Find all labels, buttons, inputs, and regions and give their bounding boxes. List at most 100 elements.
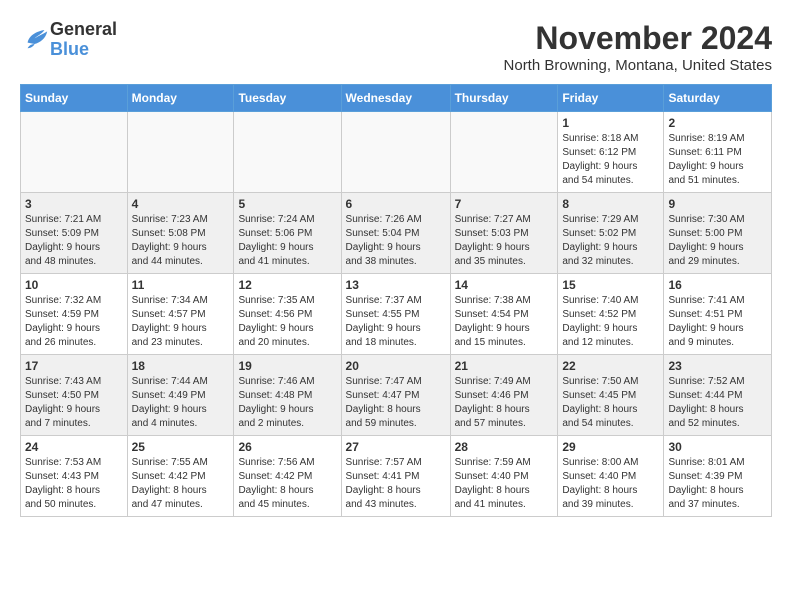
day-info: Sunrise: 7:53 AM Sunset: 4:43 PM Dayligh…: [25, 456, 123, 512]
calendar-cell: 22 Sunrise: 7:50 AM Sunset: 4:45 PM Dayli…: [558, 355, 664, 436]
day-number: 18: [132, 359, 230, 373]
calendar-cell: 28 Sunrise: 7:59 AM Sunset: 4:40 PM Dayli…: [450, 436, 558, 517]
day-number: 24: [25, 440, 123, 454]
day-info: Sunrise: 8:00 AM Sunset: 4:40 PM Dayligh…: [562, 456, 659, 512]
week-row-4: 24 Sunrise: 7:53 AM Sunset: 4:43 PM Dayli…: [21, 436, 772, 517]
calendar-cell: 8 Sunrise: 7:29 AM Sunset: 5:02 PM Daylig…: [558, 193, 664, 274]
day-info: Sunrise: 7:26 AM Sunset: 5:04 PM Dayligh…: [346, 213, 446, 269]
day-number: 15: [562, 278, 659, 292]
calendar-cell: 11 Sunrise: 7:34 AM Sunset: 4:57 PM Dayli…: [127, 274, 234, 355]
day-number: 29: [562, 440, 659, 454]
header: General Blue November 2024 North Brownin…: [20, 20, 772, 74]
column-header-monday: Monday: [127, 85, 234, 112]
column-header-thursday: Thursday: [450, 85, 558, 112]
day-number: 11: [132, 278, 230, 292]
calendar-cell: 5 Sunrise: 7:24 AM Sunset: 5:06 PM Daylig…: [234, 193, 341, 274]
calendar-cell: 17Sunrise: 7:43 AM Sunset: 4:50 PM Dayli…: [21, 355, 128, 436]
calendar-cell: 15 Sunrise: 7:40 AM Sunset: 4:52 PM Dayli…: [558, 274, 664, 355]
day-number: 16: [668, 278, 767, 292]
calendar-cell: 19 Sunrise: 7:46 AM Sunset: 4:48 PM Dayli…: [234, 355, 341, 436]
calendar-cell: 20 Sunrise: 7:47 AM Sunset: 4:47 PM Dayli…: [341, 355, 450, 436]
logo-blue-text: Blue: [50, 40, 117, 60]
day-number: 7: [455, 197, 554, 211]
calendar-cell: 27Sunrise: 7:57 AM Sunset: 4:41 PM Dayli…: [341, 436, 450, 517]
column-header-friday: Friday: [558, 85, 664, 112]
day-number: 21: [455, 359, 554, 373]
calendar-cell: 9Sunrise: 7:30 AM Sunset: 5:00 PM Daylig…: [664, 193, 772, 274]
calendar-cell: 1 Sunrise: 8:18 AM Sunset: 6:12 PM Daylig…: [558, 112, 664, 193]
day-number: 9: [668, 197, 767, 211]
calendar-cell: 26 Sunrise: 7:56 AM Sunset: 4:42 PM Dayli…: [234, 436, 341, 517]
day-info: Sunrise: 7:32 AM Sunset: 4:59 PM Dayligh…: [25, 294, 123, 350]
day-info: Sunrise: 7:50 AM Sunset: 4:45 PM Dayligh…: [562, 375, 659, 431]
day-info: Sunrise: 7:40 AM Sunset: 4:52 PM Dayligh…: [562, 294, 659, 350]
day-info: Sunrise: 7:41 AM Sunset: 4:51 PM Dayligh…: [668, 294, 767, 350]
day-number: 2: [668, 116, 767, 130]
day-info: Sunrise: 7:35 AM Sunset: 4:56 PM Dayligh…: [238, 294, 336, 350]
day-info: Sunrise: 7:52 AM Sunset: 4:44 PM Dayligh…: [668, 375, 767, 431]
day-number: 26: [238, 440, 336, 454]
day-info: Sunrise: 8:18 AM Sunset: 6:12 PM Dayligh…: [562, 132, 659, 188]
day-info: Sunrise: 8:01 AM Sunset: 4:39 PM Dayligh…: [668, 456, 767, 512]
day-info: Sunrise: 7:49 AM Sunset: 4:46 PM Dayligh…: [455, 375, 554, 431]
calendar-cell: 12 Sunrise: 7:35 AM Sunset: 4:56 PM Dayli…: [234, 274, 341, 355]
day-number: 6: [346, 197, 446, 211]
day-info: Sunrise: 7:34 AM Sunset: 4:57 PM Dayligh…: [132, 294, 230, 350]
calendar-cell: [127, 112, 234, 193]
month-title: November 2024: [504, 20, 772, 57]
logo-bird-icon: [22, 23, 50, 51]
day-info: Sunrise: 7:37 AM Sunset: 4:55 PM Dayligh…: [346, 294, 446, 350]
day-number: 8: [562, 197, 659, 211]
day-number: 5: [238, 197, 336, 211]
calendar-cell: [21, 112, 128, 193]
column-header-wednesday: Wednesday: [341, 85, 450, 112]
day-info: Sunrise: 7:44 AM Sunset: 4:49 PM Dayligh…: [132, 375, 230, 431]
calendar-cell: 3 Sunrise: 7:21 AM Sunset: 5:09 PM Daylig…: [21, 193, 128, 274]
day-number: 10: [25, 278, 123, 292]
day-number: 23: [668, 359, 767, 373]
calendar-cell: [234, 112, 341, 193]
day-number: 19: [238, 359, 336, 373]
day-number: 28: [455, 440, 554, 454]
day-number: 20: [346, 359, 446, 373]
day-number: 3: [25, 197, 123, 211]
day-number: 22: [562, 359, 659, 373]
day-info: Sunrise: 7:21 AM Sunset: 5:09 PM Dayligh…: [25, 213, 123, 269]
calendar-cell: 23 Sunrise: 7:52 AM Sunset: 4:44 PM Dayli…: [664, 355, 772, 436]
calendar-cell: 30Sunrise: 8:01 AM Sunset: 4:39 PM Dayli…: [664, 436, 772, 517]
day-info: Sunrise: 7:43 AM Sunset: 4:50 PM Dayligh…: [25, 375, 123, 431]
calendar-cell: 24 Sunrise: 7:53 AM Sunset: 4:43 PM Dayli…: [21, 436, 128, 517]
day-info: Sunrise: 7:57 AM Sunset: 4:41 PM Dayligh…: [346, 456, 446, 512]
calendar-cell: 6 Sunrise: 7:26 AM Sunset: 5:04 PM Daylig…: [341, 193, 450, 274]
week-row-1: 3 Sunrise: 7:21 AM Sunset: 5:09 PM Daylig…: [21, 193, 772, 274]
day-info: Sunrise: 7:55 AM Sunset: 4:42 PM Dayligh…: [132, 456, 230, 512]
calendar-body: 1 Sunrise: 8:18 AM Sunset: 6:12 PM Daylig…: [21, 112, 772, 517]
column-header-saturday: Saturday: [664, 85, 772, 112]
week-row-2: 10 Sunrise: 7:32 AM Sunset: 4:59 PM Dayli…: [21, 274, 772, 355]
column-header-tuesday: Tuesday: [234, 85, 341, 112]
day-info: Sunrise: 7:24 AM Sunset: 5:06 PM Dayligh…: [238, 213, 336, 269]
day-number: 12: [238, 278, 336, 292]
calendar-cell: 2 Sunrise: 8:19 AM Sunset: 6:11 PM Daylig…: [664, 112, 772, 193]
day-number: 1: [562, 116, 659, 130]
day-info: Sunrise: 7:47 AM Sunset: 4:47 PM Dayligh…: [346, 375, 446, 431]
day-info: Sunrise: 7:23 AM Sunset: 5:08 PM Dayligh…: [132, 213, 230, 269]
logo: General Blue: [20, 20, 117, 60]
calendar-cell: [450, 112, 558, 193]
day-info: Sunrise: 7:59 AM Sunset: 4:40 PM Dayligh…: [455, 456, 554, 512]
day-number: 25: [132, 440, 230, 454]
calendar-cell: 29 Sunrise: 8:00 AM Sunset: 4:40 PM Dayli…: [558, 436, 664, 517]
week-row-0: 1 Sunrise: 8:18 AM Sunset: 6:12 PM Daylig…: [21, 112, 772, 193]
day-info: Sunrise: 8:19 AM Sunset: 6:11 PM Dayligh…: [668, 132, 767, 188]
logo-general-text: General: [50, 20, 117, 40]
day-info: Sunrise: 7:29 AM Sunset: 5:02 PM Dayligh…: [562, 213, 659, 269]
day-info: Sunrise: 7:46 AM Sunset: 4:48 PM Dayligh…: [238, 375, 336, 431]
day-number: 13: [346, 278, 446, 292]
title-area: November 2024 North Browning, Montana, U…: [504, 20, 772, 74]
week-row-3: 17Sunrise: 7:43 AM Sunset: 4:50 PM Dayli…: [21, 355, 772, 436]
calendar-header-row: SundayMondayTuesdayWednesdayThursdayFrid…: [21, 85, 772, 112]
day-number: 4: [132, 197, 230, 211]
calendar-cell: 4 Sunrise: 7:23 AM Sunset: 5:08 PM Daylig…: [127, 193, 234, 274]
day-info: Sunrise: 7:56 AM Sunset: 4:42 PM Dayligh…: [238, 456, 336, 512]
calendar: SundayMondayTuesdayWednesdayThursdayFrid…: [20, 84, 772, 517]
